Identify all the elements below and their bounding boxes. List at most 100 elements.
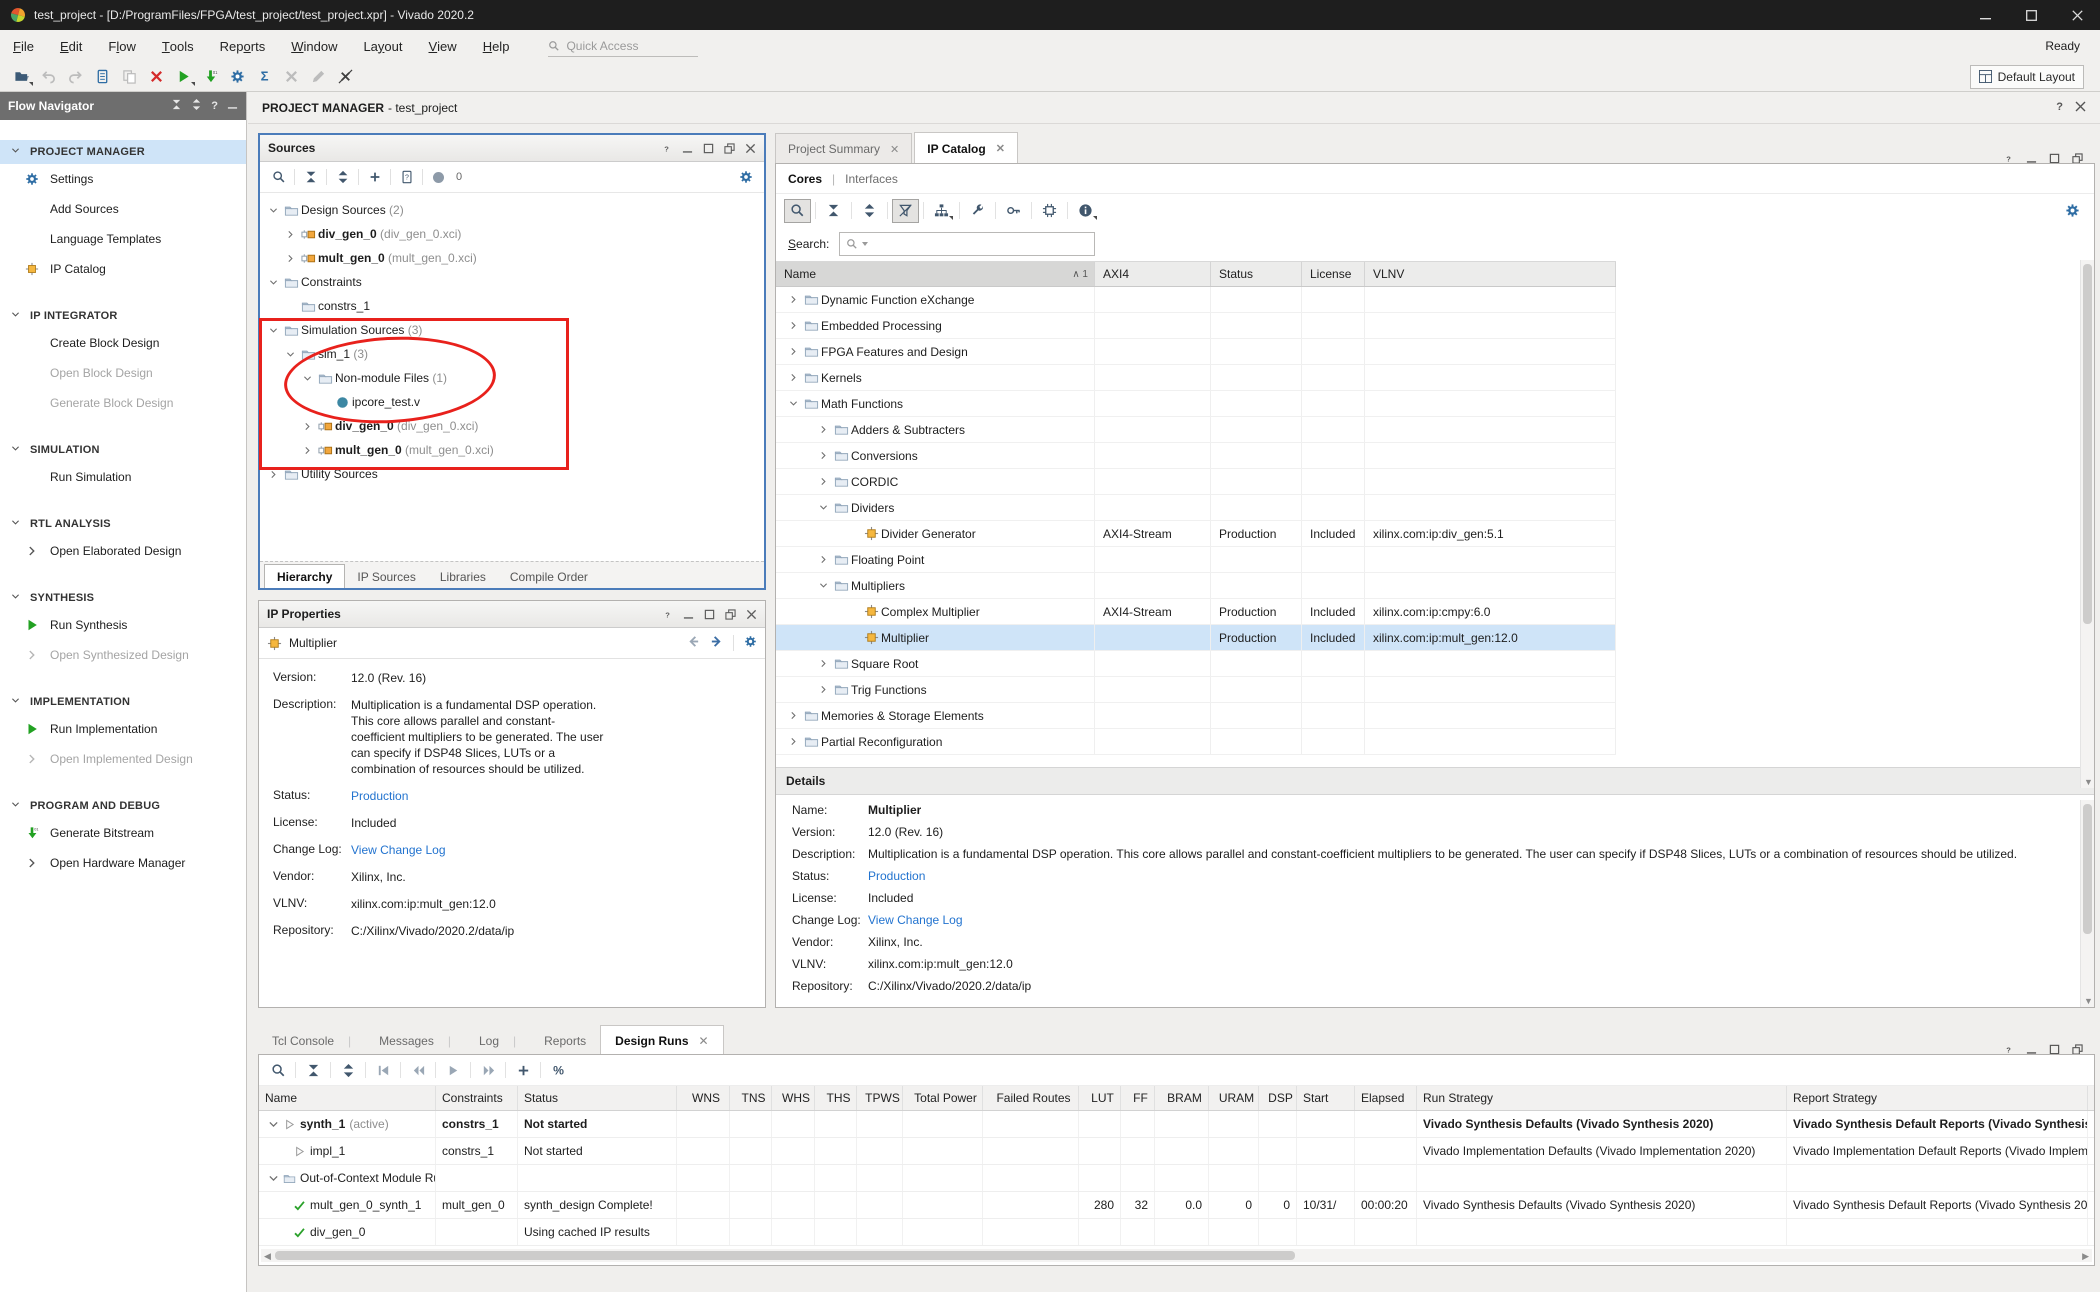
- collapse-all-icon[interactable]: [298, 166, 323, 188]
- tab-reports[interactable]: Reports: [530, 1026, 600, 1055]
- back-icon[interactable]: [687, 635, 700, 651]
- column-header-name[interactable]: Name: [259, 1086, 436, 1110]
- close-tab-icon[interactable]: ✕: [890, 143, 899, 156]
- source-tree-item[interactable]: mult_gen_0 (mult_gen_0.xci): [260, 246, 764, 270]
- column-header-ths[interactable]: THS: [815, 1086, 857, 1110]
- chevron-right-icon[interactable]: [816, 424, 831, 435]
- layout-selector[interactable]: Default Layout: [1970, 65, 2084, 89]
- chevron-down-icon[interactable]: [266, 277, 281, 288]
- open-recent-project-icon[interactable]: [8, 65, 35, 89]
- flow-item-add-sources[interactable]: Add Sources: [0, 194, 246, 224]
- delete-icon[interactable]: [143, 65, 170, 89]
- catalog-row[interactable]: Math Functions: [776, 391, 1616, 417]
- catalog-row[interactable]: Divider GeneratorAXI4-StreamProductionIn…: [776, 521, 1616, 547]
- chevron-right-icon[interactable]: [266, 469, 281, 480]
- sources-tab-compile-order[interactable]: Compile Order: [498, 565, 600, 588]
- column-header-lut[interactable]: LUT: [1079, 1086, 1121, 1110]
- maximize-panel-icon[interactable]: [703, 143, 714, 154]
- design-run-row[interactable]: synth_1 (active)constrs_1Not startedViva…: [259, 1111, 2094, 1138]
- sources-tab-libraries[interactable]: Libraries: [428, 565, 498, 588]
- chevron-right-icon[interactable]: [786, 346, 801, 357]
- flow-section-header[interactable]: PROJECT MANAGER: [0, 140, 246, 164]
- close-tab-icon[interactable]: ✕: [996, 142, 1005, 155]
- source-tree-item[interactable]: sim_1 (3): [260, 342, 764, 366]
- device-icon[interactable]: [1036, 199, 1063, 223]
- minimize-panel-icon[interactable]: [683, 609, 694, 620]
- column-header-dsp[interactable]: DSP: [1259, 1086, 1297, 1110]
- flow-item-open-hardware-manager[interactable]: Open Hardware Manager: [0, 848, 246, 878]
- column-header-tpws[interactable]: TPWS: [857, 1086, 903, 1110]
- column-header-wns[interactable]: WNS: [677, 1086, 730, 1110]
- flow-item-generate-bitstream[interactable]: 01Generate Bitstream: [0, 818, 246, 848]
- settings-icon[interactable]: [224, 65, 251, 89]
- tab-design-runs[interactable]: Design Runs✕: [600, 1025, 723, 1055]
- design-run-row[interactable]: Out-of-Context Module Runs: [259, 1165, 2094, 1192]
- source-tree-item[interactable]: div_gen_0 (div_gen_0.xci): [260, 222, 764, 246]
- help-icon[interactable]: ?: [2056, 101, 2063, 115]
- chevron-right-icon[interactable]: [816, 554, 831, 565]
- flow-section-header[interactable]: IMPLEMENTATION: [0, 690, 246, 714]
- column-header-report-strategy[interactable]: Report Strategy: [1787, 1086, 2088, 1110]
- flow-section-header[interactable]: RTL ANALYSIS: [0, 512, 246, 536]
- add-sources-icon[interactable]: [362, 166, 387, 188]
- tab-cores[interactable]: Cores: [788, 172, 822, 186]
- column-header-name[interactable]: Name∧ 1: [776, 262, 1095, 286]
- settings-gear-icon[interactable]: [733, 166, 758, 188]
- search-icon[interactable]: [784, 199, 811, 223]
- column-header-tns[interactable]: TNS: [730, 1086, 772, 1110]
- minimize-window-icon[interactable]: [1962, 0, 2008, 30]
- tab-messages[interactable]: Messages|: [365, 1026, 465, 1055]
- catalog-row[interactable]: Kernels: [776, 365, 1616, 391]
- chevron-right-icon[interactable]: [816, 658, 831, 669]
- chevron-right-icon[interactable]: [816, 684, 831, 695]
- menu-help[interactable]: Help: [470, 30, 523, 62]
- tab-tcl-console[interactable]: Tcl Console|: [258, 1026, 365, 1055]
- chevron-down-icon[interactable]: [300, 373, 315, 384]
- minimize-panel-icon[interactable]: [227, 99, 238, 113]
- close-icon[interactable]: [2075, 101, 2086, 115]
- design-run-row[interactable]: mult_gen_0_synth_1mult_gen_0synth_design…: [259, 1192, 2094, 1219]
- group-by-hierarchy-icon[interactable]: [928, 199, 955, 223]
- catalog-row[interactable]: CORDIC: [776, 469, 1616, 495]
- column-header-uram[interactable]: URAM: [1209, 1086, 1259, 1110]
- forward-icon[interactable]: [710, 635, 723, 651]
- flow-item-open-elaborated-design[interactable]: Open Elaborated Design: [0, 536, 246, 566]
- design-run-row[interactable]: div_gen_0Using cached IP results: [259, 1219, 2094, 1246]
- catalog-row[interactable]: Memories & Storage Elements: [776, 703, 1616, 729]
- column-header-license[interactable]: License: [1302, 262, 1365, 286]
- menu-view[interactable]: View: [416, 30, 470, 62]
- column-header-failed-routes[interactable]: Failed Routes: [983, 1086, 1079, 1110]
- customize-ip-icon[interactable]: [964, 199, 991, 223]
- menu-window[interactable]: Window: [278, 30, 350, 62]
- quick-access-search[interactable]: Quick Access: [548, 36, 698, 57]
- chevron-down-icon[interactable]: [283, 349, 298, 360]
- run-icon[interactable]: [170, 65, 197, 89]
- flow-item-ip-catalog[interactable]: IP Catalog: [0, 254, 246, 284]
- source-tree-item[interactable]: constrs_1: [260, 294, 764, 318]
- help-icon[interactable]: ?: [662, 609, 673, 620]
- column-header-start[interactable]: Start: [1297, 1086, 1355, 1110]
- flow-item-open-synthesized-design[interactable]: Open Synthesized Design: [0, 640, 246, 670]
- catalog-row[interactable]: Trig Functions: [776, 677, 1616, 703]
- catalog-row[interactable]: MultiplierProductionIncludedxilinx.com:i…: [776, 625, 1616, 651]
- property-value[interactable]: Production: [868, 869, 925, 883]
- catalog-row[interactable]: Embedded Processing: [776, 313, 1616, 339]
- catalog-row[interactable]: Partial Reconfiguration: [776, 729, 1616, 755]
- redo-icon[interactable]: [62, 65, 89, 89]
- expand-all-icon[interactable]: [191, 99, 202, 113]
- column-header-elapsed[interactable]: Elapsed: [1355, 1086, 1417, 1110]
- expand-all-icon[interactable]: [330, 166, 355, 188]
- catalog-row[interactable]: Adders & Subtracters: [776, 417, 1616, 443]
- minimize-panel-icon[interactable]: [682, 143, 693, 154]
- search-input[interactable]: [839, 232, 1095, 256]
- column-header-vlnv[interactable]: VLNV: [1365, 262, 1616, 286]
- catalog-row[interactable]: Floating Point: [776, 547, 1616, 573]
- menu-flow[interactable]: Flow: [95, 30, 148, 62]
- go-to-first-icon[interactable]: [370, 1059, 396, 1081]
- undo-icon[interactable]: [35, 65, 62, 89]
- chevron-right-icon[interactable]: [300, 421, 315, 432]
- save-report-icon[interactable]: [89, 65, 116, 89]
- source-tree-item[interactable]: mult_gen_0 (mult_gen_0.xci): [260, 438, 764, 462]
- edit-icon[interactable]: [305, 65, 332, 89]
- flow-item-create-block-design[interactable]: Create Block Design: [0, 328, 246, 358]
